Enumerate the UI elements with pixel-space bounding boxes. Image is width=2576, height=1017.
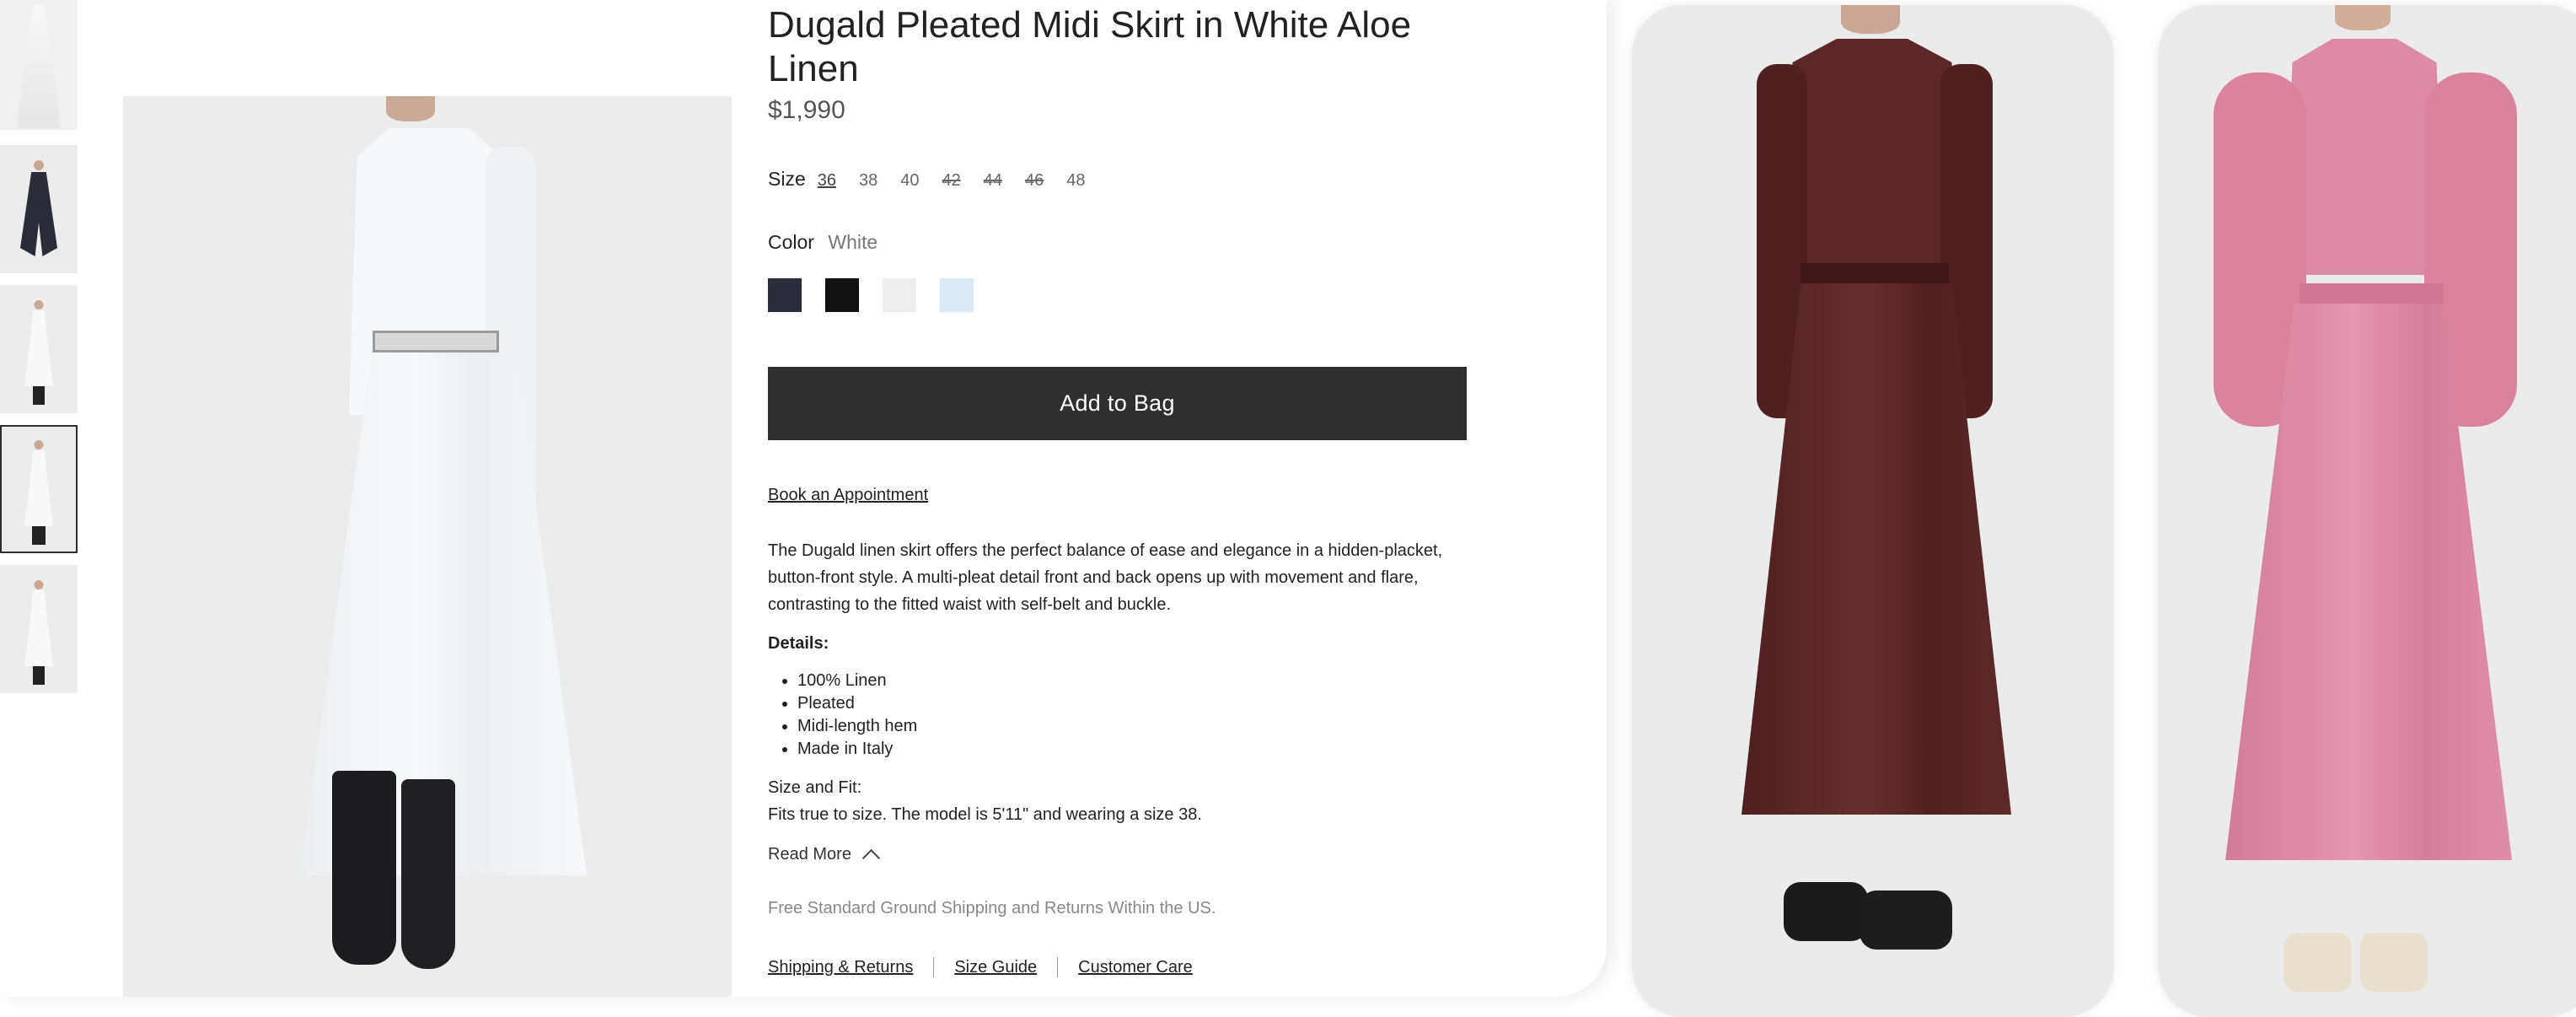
thumbnail-figure (33, 386, 45, 405)
thumbnail-figure (34, 160, 44, 170)
add-to-bag-button[interactable]: Add to Bag (768, 367, 1467, 440)
size-selector: Size 36 38 40 42 44 46 48 (768, 168, 1108, 191)
thumbnail-figure (24, 450, 53, 526)
size-fit-heading: Size and Fit: (768, 778, 862, 797)
color-swatch-navy[interactable] (768, 278, 802, 312)
main-product-image[interactable] (123, 96, 732, 997)
size-option-42[interactable]: 42 (942, 171, 961, 191)
color-selector: Color White (768, 231, 877, 254)
model-sandal (2360, 933, 2428, 992)
thumbnail-figure (17, 5, 61, 128)
thumbnail-figure (24, 590, 53, 666)
thumbnail-figure (34, 580, 44, 589)
thumbnail-figure (20, 172, 57, 256)
model-figure (2158, 5, 2576, 1017)
color-swatch-light-blue[interactable] (940, 278, 974, 312)
details-heading: Details: (768, 634, 829, 653)
details-list: 100% Linen Pleated Midi-length hem Made … (768, 670, 917, 761)
size-guide-link[interactable]: Size Guide (954, 958, 1037, 977)
model-bodice (2284, 39, 2445, 275)
read-more-label: Read More (768, 845, 851, 864)
size-label: Size (768, 168, 806, 190)
details-item: 100% Linen (797, 670, 917, 692)
thumbnail-figure (24, 310, 53, 386)
model-head (386, 96, 435, 121)
size-fit-text: Fits true to size. The model is 5'11" an… (768, 805, 1202, 824)
model-belt (1801, 263, 1949, 283)
model-head (1841, 5, 1900, 34)
product-price: $1,990 (768, 96, 845, 124)
model-figure (123, 96, 732, 997)
thumbnail-4[interactable] (0, 425, 78, 553)
read-more-toggle[interactable]: Read More (768, 845, 881, 868)
link-divider (1057, 957, 1059, 977)
color-swatch-white[interactable] (883, 278, 916, 312)
details-item: Made in Italy (797, 738, 917, 761)
book-appointment-link[interactable]: Book an Appointment (768, 486, 928, 505)
thumbnail-2[interactable] (0, 145, 78, 273)
product-description: The Dugald linen skirt offers the perfec… (768, 541, 1443, 614)
thumbnail-figure (32, 526, 46, 545)
related-product-card-burgundy[interactable] (1632, 5, 2114, 1017)
thumbnail-3[interactable] (0, 285, 78, 413)
link-divider (933, 957, 935, 977)
size-option-38[interactable]: 38 (859, 171, 877, 191)
color-label: Color (768, 231, 814, 253)
size-option-40[interactable]: 40 (900, 171, 919, 191)
details-item: Pleated (797, 692, 917, 715)
model-boot-left (332, 771, 396, 965)
model-bodice (1784, 39, 1961, 275)
color-swatch-black[interactable] (825, 278, 859, 312)
model-belt (2300, 283, 2443, 304)
chevron-up-icon (861, 848, 881, 868)
related-product-card-pink[interactable] (2158, 5, 2576, 1017)
thumbnail-figure (34, 440, 44, 449)
model-sandal (1784, 882, 1868, 941)
model-belt (373, 331, 499, 352)
thumbnail-1[interactable] (0, 0, 78, 130)
thumbnail-strip (0, 0, 79, 997)
size-option-36[interactable]: 36 (818, 171, 836, 191)
shipping-note: Free Standard Ground Shipping and Return… (768, 899, 1216, 917)
model-figure (1632, 5, 2114, 1017)
shipping-returns-link[interactable]: Shipping & Returns (768, 958, 913, 977)
model-sandal (2284, 933, 2352, 992)
details-item: Midi-length hem (797, 715, 917, 738)
thumbnail-figure (34, 300, 44, 309)
product-title: Dugald Pleated Midi Skirt in White Aloe … (768, 4, 1412, 89)
thumbnail-figure (33, 666, 45, 685)
size-option-48[interactable]: 48 (1066, 171, 1085, 191)
color-swatches (768, 278, 974, 312)
model-sandal (1860, 891, 1952, 950)
model-boot-right (401, 779, 455, 969)
color-selected-value: White (828, 231, 878, 253)
customer-care-link[interactable]: Customer Care (1078, 958, 1193, 977)
size-option-44[interactable]: 44 (984, 171, 1002, 191)
footer-links: Shipping & Returns Size Guide Customer C… (768, 957, 1193, 977)
thumbnail-5[interactable] (0, 565, 78, 693)
size-option-46[interactable]: 46 (1025, 171, 1044, 191)
model-head (2335, 5, 2391, 30)
